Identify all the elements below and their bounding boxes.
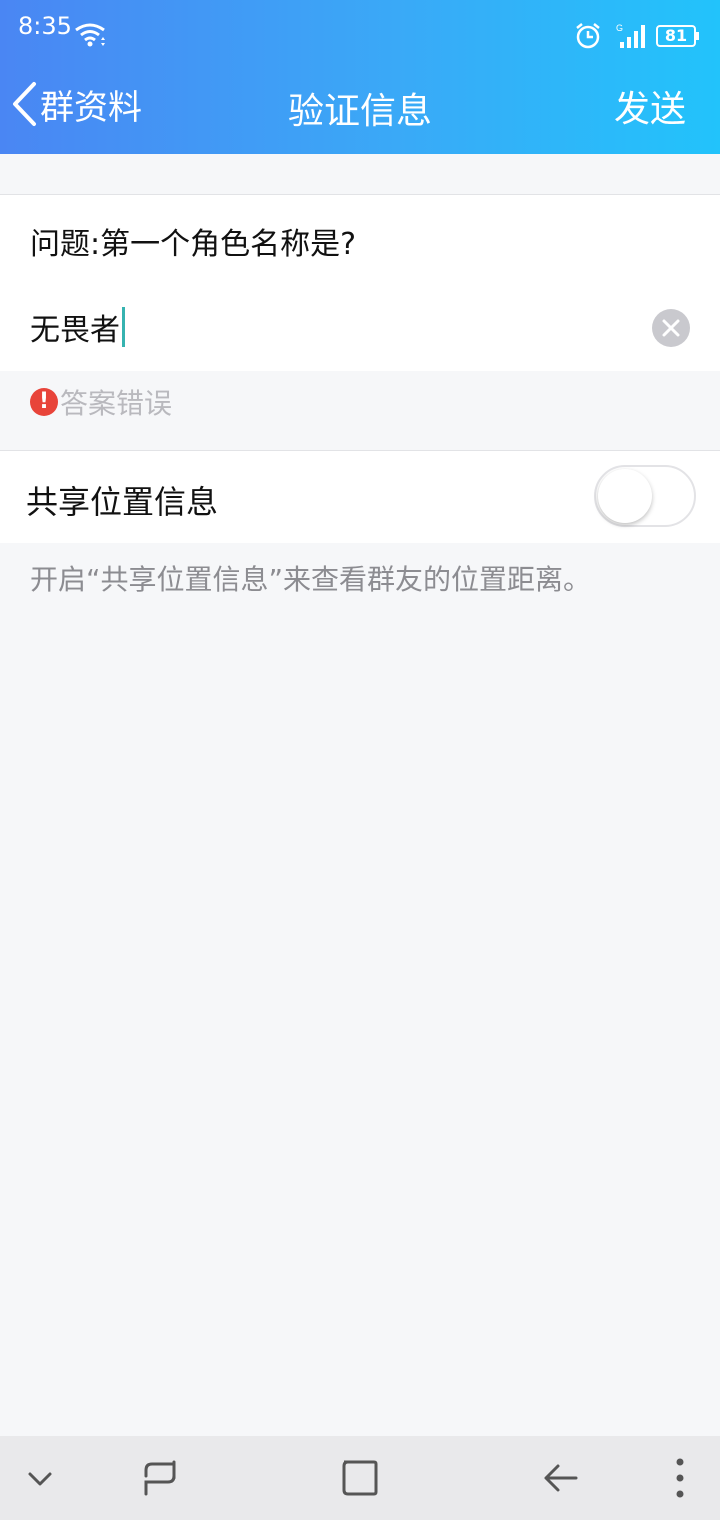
navigation-bar (0, 1436, 720, 1520)
clear-icon (662, 319, 680, 337)
share-location-toggle[interactable] (594, 465, 696, 527)
question-row: 问题:第一个角色名称是? (0, 195, 720, 283)
battery-level: 81 (664, 26, 688, 45)
text-caret (122, 307, 125, 347)
nav-home-icon[interactable] (338, 1456, 382, 1500)
error-message: ! 答案错误 (30, 384, 172, 420)
wifi-icon (75, 23, 105, 47)
clear-button[interactable] (652, 309, 690, 347)
send-button[interactable]: 发送 (614, 80, 686, 132)
alarm-icon (576, 23, 600, 49)
error-text: 答案错误 (60, 387, 173, 420)
toggle-knob (598, 469, 652, 523)
answer-row: 无畏者 (0, 283, 720, 371)
answer-input[interactable]: 无畏者 (30, 305, 125, 349)
share-location-row: 共享位置信息 (0, 451, 720, 543)
signal-icon: G (616, 23, 645, 48)
share-location-label: 共享位置信息 (26, 483, 219, 521)
header: 群资料 验证信息 发送 (0, 54, 720, 154)
share-location-hint: 开启“共享位置信息”来查看群友的位置距离。 (30, 563, 592, 596)
nav-back-icon[interactable] (538, 1456, 582, 1500)
nav-menu-icon[interactable] (658, 1456, 702, 1500)
status-time: 8:35 (18, 12, 72, 40)
nav-down-icon[interactable] (18, 1456, 62, 1500)
status-bar: 8:35 G 81 (0, 0, 720, 54)
answer-value: 无畏者 (30, 313, 120, 348)
question-text: 问题:第一个角色名称是? (30, 227, 357, 262)
nav-recent-icon[interactable] (138, 1456, 182, 1500)
error-icon: ! (30, 388, 58, 416)
svg-text:G: G (616, 23, 623, 33)
page-title: 验证信息 (287, 91, 432, 132)
